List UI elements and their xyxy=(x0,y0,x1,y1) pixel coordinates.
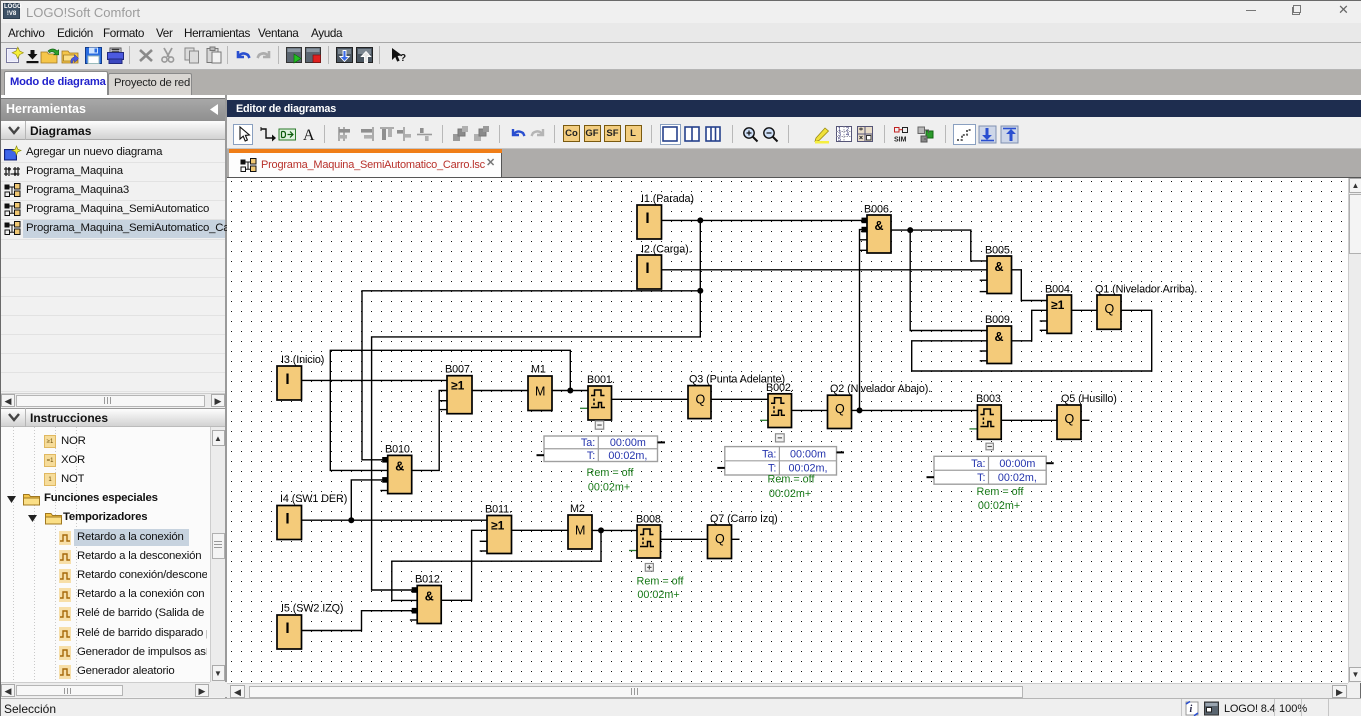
svg-text:Rem = off: Rem = off xyxy=(977,486,1025,498)
svg-text:B006.: B006. xyxy=(864,204,892,216)
svg-text:Q: Q xyxy=(715,532,725,546)
svg-text:Q7 (Carro Izq): Q7 (Carro Izq) xyxy=(710,513,778,525)
svg-text:T:: T: xyxy=(587,450,595,462)
svg-text:00:02m+: 00:02m+ xyxy=(588,482,630,494)
svg-text:B002.: B002. xyxy=(766,382,794,394)
svg-text:Q2 (Nivelador Abajo).: Q2 (Nivelador Abajo). xyxy=(830,383,931,395)
svg-text:Rem = off: Rem = off xyxy=(637,576,685,588)
svg-text:≥1: ≥1 xyxy=(491,519,505,533)
svg-text:Ta:: Ta: xyxy=(762,449,776,461)
svg-text:&: & xyxy=(995,330,1004,344)
svg-text:i: i xyxy=(1190,704,1193,715)
svg-text:Q: Q xyxy=(835,402,845,416)
svg-text:SIM: SIM xyxy=(894,137,907,144)
svg-text:00:00m: 00:00m xyxy=(610,437,646,449)
svg-text:&: & xyxy=(875,219,884,233)
svg-text:≥1: ≥1 xyxy=(451,379,465,393)
svg-text:B004.: B004. xyxy=(1045,284,1073,296)
svg-text:&: & xyxy=(395,459,404,473)
svg-text:I1 (Parada): I1 (Parada) xyxy=(641,193,694,205)
svg-text:Q5 (Husillo): Q5 (Husillo) xyxy=(1061,393,1117,405)
svg-text:Q1 (Nivelador Arriba).: Q1 (Nivelador Arriba). xyxy=(1095,284,1197,296)
svg-text:B007.: B007. xyxy=(445,364,473,376)
svg-text:T:: T: xyxy=(977,472,985,484)
svg-text:00:00m: 00:00m xyxy=(999,458,1035,470)
svg-text:B009.: B009. xyxy=(985,314,1013,326)
svg-text:I5 (SW2 IZQ): I5 (SW2 IZQ) xyxy=(281,603,343,615)
svg-text:B012.: B012. xyxy=(415,574,443,586)
svg-text:00:00m: 00:00m xyxy=(790,449,826,461)
svg-text:Q: Q xyxy=(696,393,706,407)
svg-text:B001.: B001. xyxy=(587,374,615,386)
svg-text:00:02m+: 00:02m+ xyxy=(769,488,811,500)
svg-text:I2 (Carga).: I2 (Carga). xyxy=(641,244,692,256)
svg-text:I3 (Inicio): I3 (Inicio) xyxy=(281,354,324,366)
svg-text:&: & xyxy=(425,590,434,604)
svg-text:B003: B003 xyxy=(976,393,1001,405)
svg-text:Ta:: Ta: xyxy=(971,458,985,470)
svg-text:00:02m+: 00:02m+ xyxy=(978,500,1020,512)
svg-text:4: 4 xyxy=(846,132,849,138)
svg-text:I4 (SW1 DER): I4 (SW1 DER) xyxy=(280,493,347,505)
svg-text:Rem = off: Rem = off xyxy=(587,467,635,479)
svg-text:00:02m,: 00:02m, xyxy=(998,472,1037,484)
svg-text:M: M xyxy=(575,524,585,538)
svg-text:M2: M2 xyxy=(570,503,585,515)
svg-text:B005.: B005. xyxy=(985,245,1013,257)
svg-text:00:02m+: 00:02m+ xyxy=(637,589,679,601)
svg-text:Ta:: Ta: xyxy=(581,437,595,449)
svg-text:B010.: B010. xyxy=(385,444,413,456)
svg-text:B011.: B011. xyxy=(485,504,512,516)
svg-text:≥1: ≥1 xyxy=(1051,298,1065,312)
svg-text:Q: Q xyxy=(1065,412,1075,426)
svg-text:00:02m,: 00:02m, xyxy=(608,450,647,462)
svg-text:M: M xyxy=(535,385,545,399)
svg-text:B008.: B008. xyxy=(636,514,664,526)
svg-text:Q: Q xyxy=(1105,302,1115,316)
svg-text:5: 5 xyxy=(838,137,841,143)
svg-text:Rem = off: Rem = off xyxy=(768,474,816,486)
svg-text:A: A xyxy=(303,127,315,144)
svg-text:&: & xyxy=(995,260,1004,274)
svg-text:?: ? xyxy=(400,53,406,64)
svg-text:M1: M1 xyxy=(531,364,546,376)
